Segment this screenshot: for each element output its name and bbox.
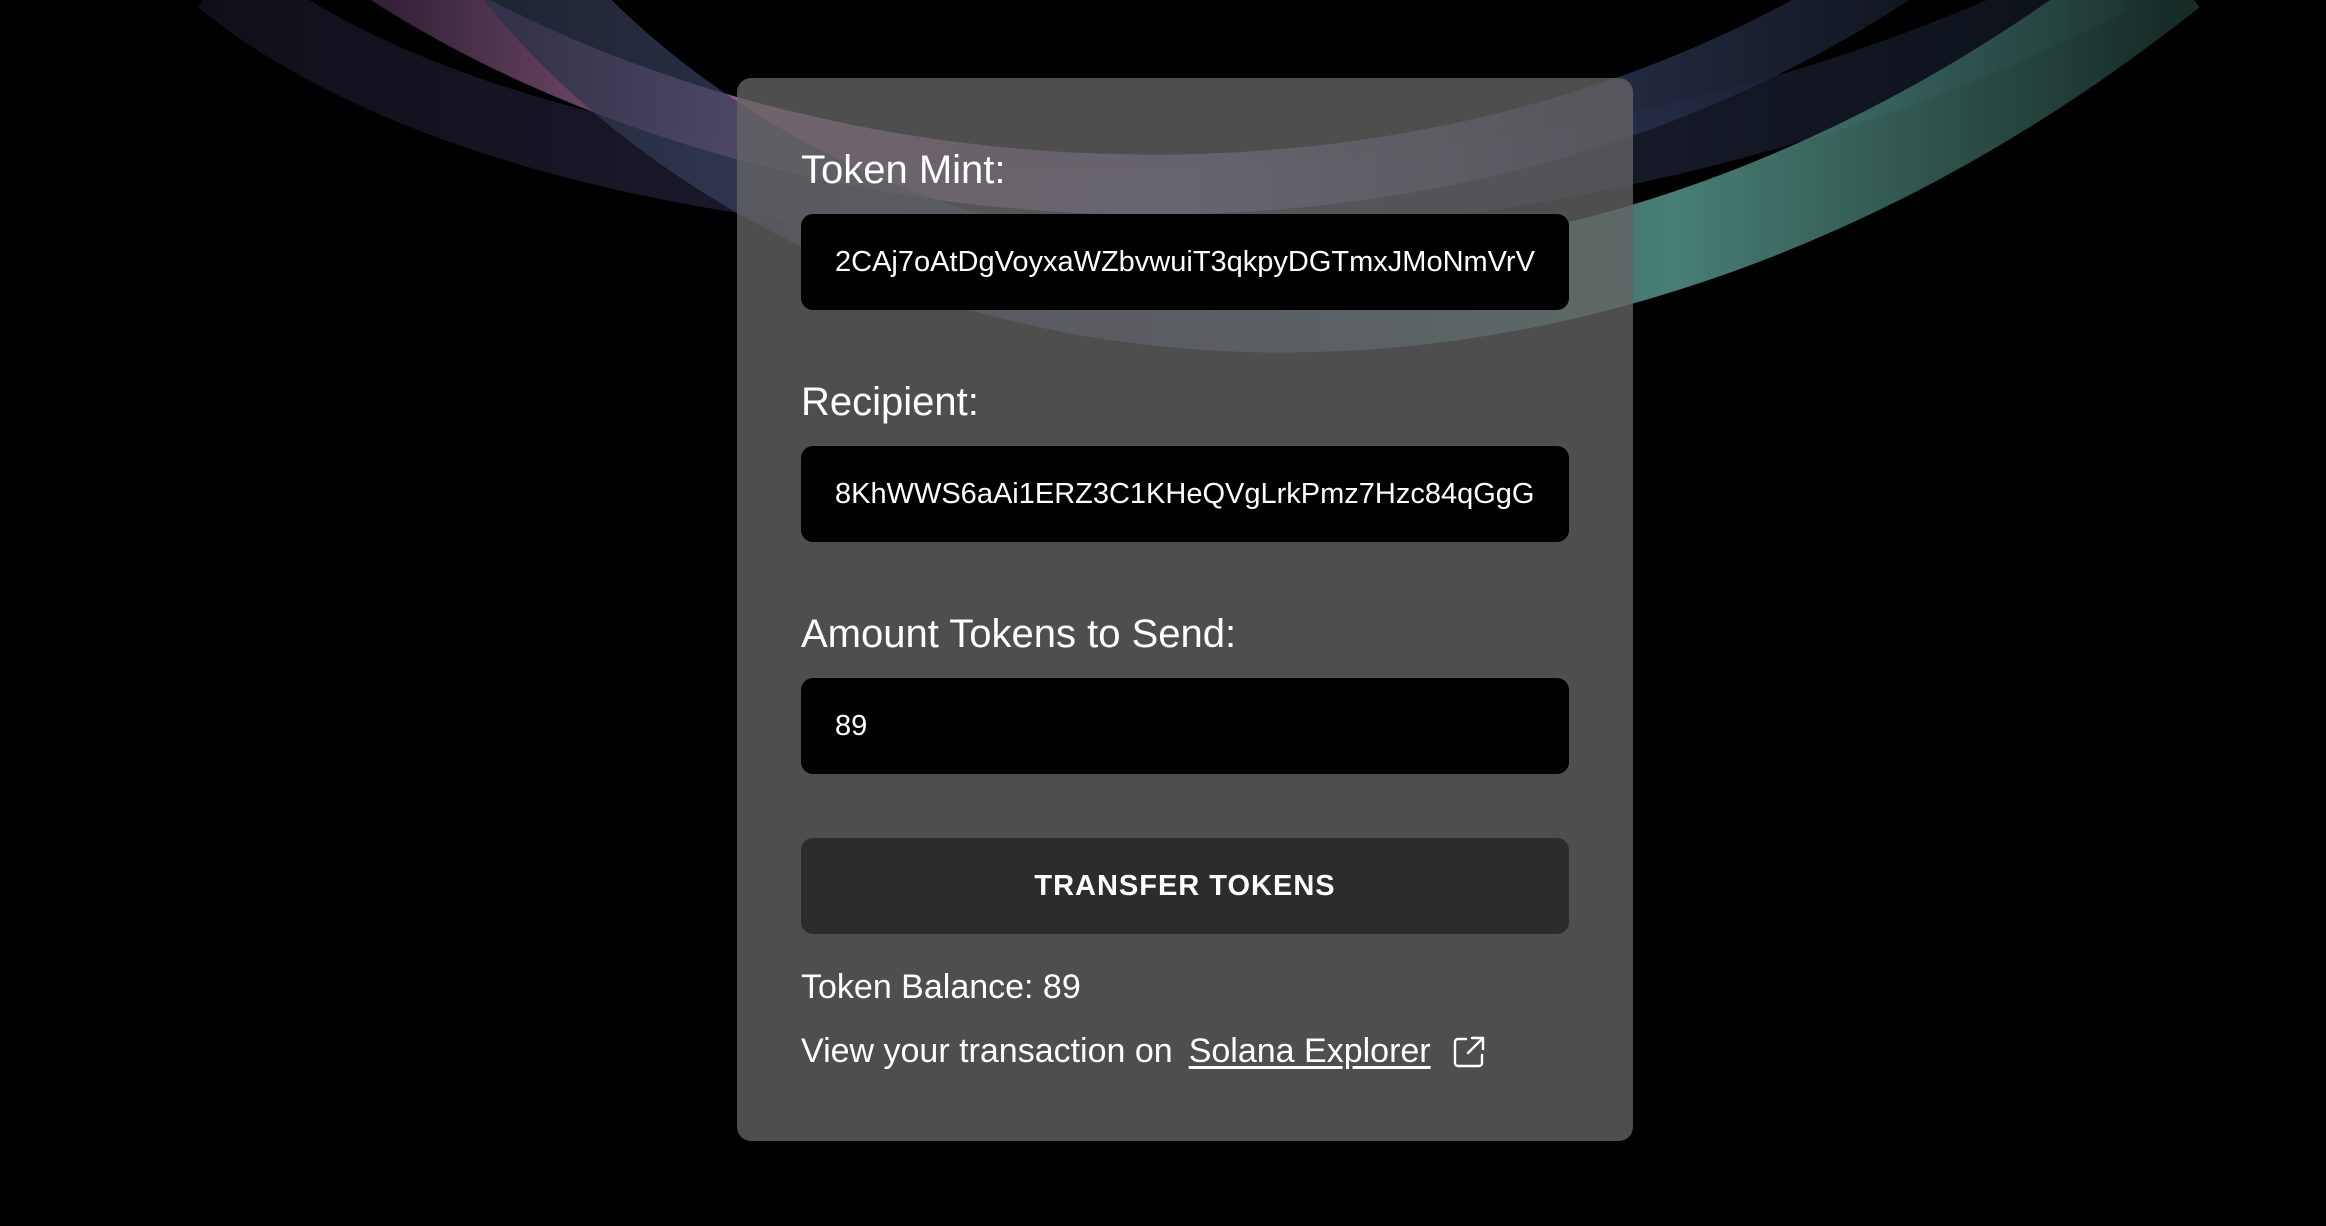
token-transfer-card: Token Mint: Recipient: Amount Tokens to … [737,78,1633,1141]
app-stage: Token Mint: Recipient: Amount Tokens to … [0,0,2326,1226]
explorer-line: View your transaction on Solana Explorer [801,1032,1487,1071]
amount-label: Amount Tokens to Send: [801,612,1237,656]
transfer-tokens-button[interactable]: TRANSFER TOKENS [801,838,1569,934]
recipient-input[interactable] [801,446,1569,542]
recipient-label: Recipient: [801,380,979,424]
solana-explorer-link[interactable]: Solana Explorer [1189,1032,1431,1071]
explorer-prefix: View your transaction on [801,1032,1173,1070]
amount-input[interactable] [801,678,1569,774]
token-mint-label: Token Mint: [801,148,1006,192]
external-link-icon[interactable] [1451,1034,1487,1070]
token-balance-text: Token Balance: 89 [801,968,1081,1006]
token-mint-input[interactable] [801,214,1569,310]
